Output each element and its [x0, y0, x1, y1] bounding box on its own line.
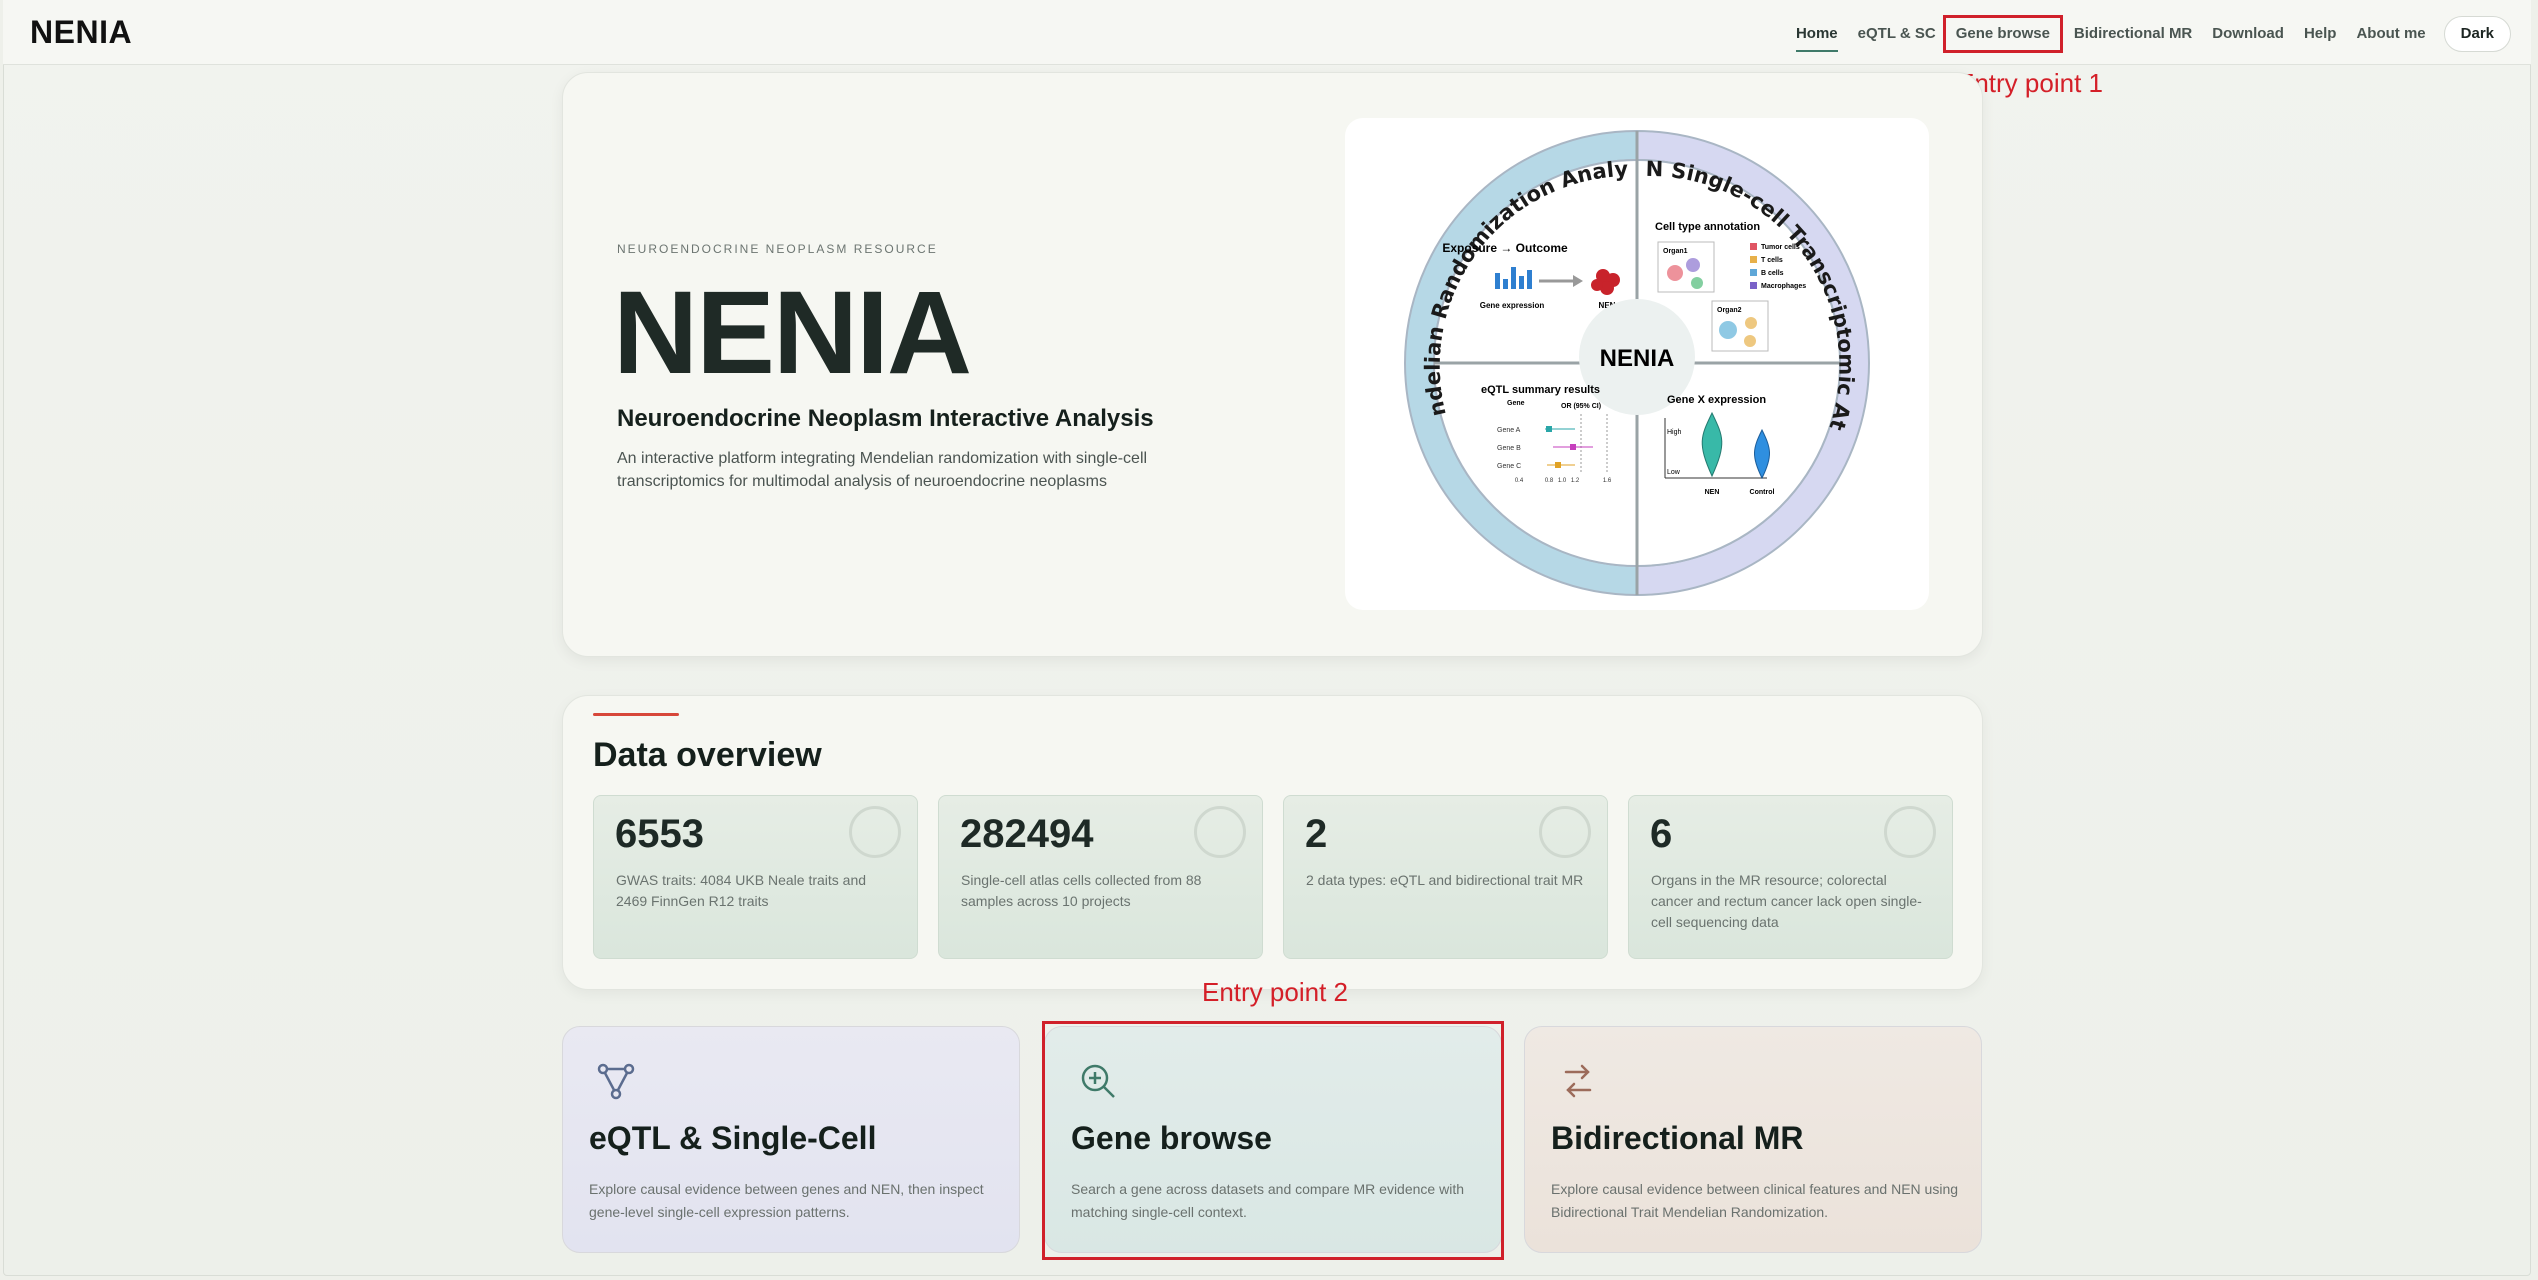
hero-eyebrow: NEUROENDOCRINE NEOPLASM RESOURCE: [617, 242, 938, 256]
hero-title: NENIA: [613, 267, 972, 399]
stat-ring-icon: [1884, 806, 1936, 858]
svg-text:OR (95% CI): OR (95% CI): [1561, 403, 1601, 410]
nav-about-me[interactable]: About me: [2346, 18, 2435, 50]
overview-accent-line: [593, 713, 679, 716]
nav-home[interactable]: Home: [1786, 18, 1848, 52]
svg-text:Low: Low: [1667, 469, 1681, 476]
card-title: eQTL & Single-Cell: [589, 1120, 877, 1156]
stat-description: Single-cell atlas cells collected from 8…: [961, 872, 1202, 909]
nav-download[interactable]: Download: [2202, 18, 2294, 50]
svg-text:0.8: 0.8: [1545, 478, 1554, 484]
svg-text:1.2: 1.2: [1571, 478, 1580, 484]
stat-value: 2: [1305, 812, 1328, 856]
stat-ring-icon: [1194, 806, 1246, 858]
nav-help[interactable]: Help: [2294, 18, 2347, 50]
brand-logo[interactable]: NENIA: [30, 14, 132, 51]
overview-title: Data overview: [593, 736, 822, 774]
top-navbar: NENIA Home eQTL & SC Gene browse Bidirec…: [3, 0, 2531, 65]
stat-description: Organs in the MR resource; colorectal ca…: [1651, 872, 1922, 930]
q1-title: Exposure → Outcome: [1442, 241, 1568, 255]
svg-text:T cells: T cells: [1761, 257, 1783, 264]
svg-text:NEN: NEN: [1705, 489, 1720, 496]
swap-arrows-icon: [1564, 1064, 1592, 1098]
svg-text:B cells: B cells: [1761, 270, 1784, 277]
card-bidirectional-mr[interactable]: Bidirectional MR Explore causal evidence…: [1524, 1026, 1982, 1253]
stat-card: 282494 Single-cell atlas cells collected…: [938, 795, 1263, 959]
svg-text:Organ1: Organ1: [1663, 248, 1688, 255]
data-overview-panel: Data overview 6553 GWAS traits: 4084 UKB…: [562, 695, 1983, 990]
svg-text:Tumor cells: Tumor cells: [1761, 244, 1800, 251]
card-title: Bidirectional MR: [1551, 1120, 1804, 1156]
svg-text:Gene B: Gene B: [1497, 445, 1521, 452]
hero-subtitle: Neuroendocrine Neoplasm Interactive Anal…: [617, 405, 1154, 432]
svg-text:Gene: Gene: [1507, 400, 1525, 407]
card-description: Explore causal evidence between clinical…: [1551, 1181, 1959, 1220]
stat-ring-icon: [849, 806, 901, 858]
center-label: NENIA: [1600, 345, 1675, 372]
stat-description: GWAS traits: 4084 UKB Neale traits and 2…: [616, 872, 867, 909]
stat-ring-icon: [1539, 806, 1591, 858]
q3-title: eQTL summary results: [1481, 384, 1600, 396]
svg-text:Gene expression: Gene expression: [1480, 301, 1545, 310]
svg-text:Macrophages: Macrophages: [1761, 283, 1806, 290]
q2-title: Cell type annotation: [1655, 221, 1760, 233]
stat-card: 2 2 data types: eQTL and bidirectional t…: [1283, 795, 1608, 959]
nav-gene-browse[interactable]: Gene browse: [1942, 15, 2063, 53]
nav-links: Home eQTL & SC Gene browse Bidirectional…: [1786, 15, 2511, 53]
stat-value: 282494: [960, 812, 1094, 856]
svg-text:Control: Control: [1750, 489, 1775, 496]
hero-panel: NEUROENDOCRINE NEOPLASM RESOURCE NENIA N…: [562, 72, 1983, 657]
entry-point-2-highlight: [1042, 1021, 1504, 1260]
svg-text:Gene A: Gene A: [1497, 427, 1521, 434]
svg-text:Gene C: Gene C: [1497, 463, 1521, 470]
network-icon: [597, 1063, 635, 1100]
nav-bidirectional-mr[interactable]: Bidirectional MR: [2064, 18, 2202, 50]
q4-title: Gene X expression: [1667, 394, 1766, 406]
svg-text:Organ2: Organ2: [1717, 307, 1742, 314]
nenia-circle-diagram: Mendelian Randomization Analysis NEN Sin…: [1335, 99, 1870, 597]
stat-card: 6553 GWAS traits: 4084 UKB Neale traits …: [593, 795, 918, 959]
card-eqtl-single-cell[interactable]: eQTL & Single-Cell Explore causal eviden…: [562, 1026, 1020, 1253]
entry-point-2-label: Entry point 2: [1202, 977, 1348, 1007]
stat-value: 6553: [615, 812, 704, 856]
svg-text:High: High: [1667, 429, 1682, 436]
hero-graphic: Mendelian Randomization Analysis NEN Sin…: [1335, 99, 1929, 610]
svg-text:1.6: 1.6: [1603, 478, 1612, 484]
nav-eqtl-sc[interactable]: eQTL & SC: [1848, 18, 1946, 50]
theme-toggle-button[interactable]: Dark: [2443, 16, 2511, 52]
svg-text:0.4: 0.4: [1515, 478, 1524, 484]
stat-description: 2 data types: eQTL and bidirectional tra…: [1306, 872, 1584, 888]
stat-card: 6 Organs in the MR resource; colorectal …: [1628, 795, 1953, 959]
svg-text:1.0: 1.0: [1558, 478, 1567, 484]
hero-description: An interactive platform integrating Mend…: [617, 450, 1148, 490]
card-description: Explore causal evidence between genes an…: [589, 1181, 984, 1220]
stat-value: 6: [1650, 812, 1673, 856]
